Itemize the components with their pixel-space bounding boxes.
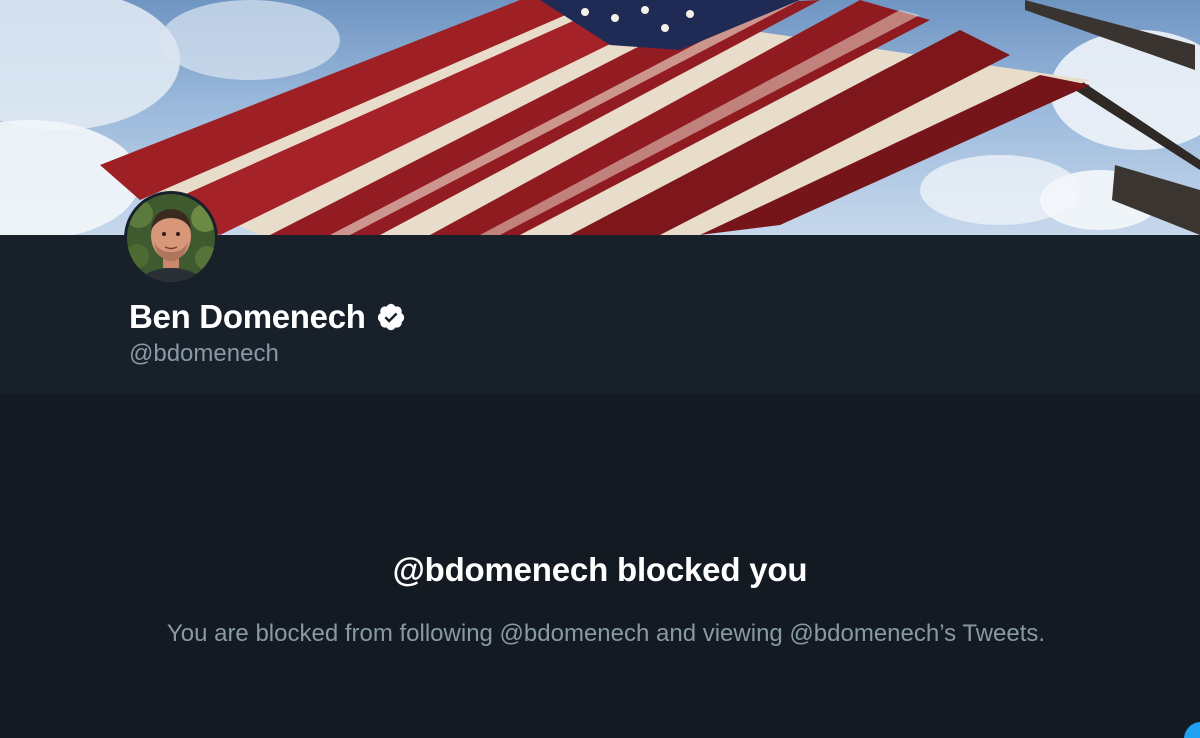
blocked-panel: @bdomenech blocked you You are blocked f… xyxy=(0,394,1200,738)
profile-handle: @bdomenech xyxy=(129,340,279,367)
display-name: Ben Domenech xyxy=(129,298,366,335)
blocked-description: You are blocked from following @bdomenec… xyxy=(166,620,1046,647)
display-name-row: Ben Domenech xyxy=(129,296,406,338)
profile-photo xyxy=(127,194,215,282)
avatar[interactable] xyxy=(124,191,218,285)
verified-badge-icon xyxy=(376,302,406,332)
blocked-title: @bdomenech blocked you xyxy=(392,551,808,588)
profile-page: Ben Domenech @bdomenech @bdomenech block… xyxy=(0,0,1200,738)
